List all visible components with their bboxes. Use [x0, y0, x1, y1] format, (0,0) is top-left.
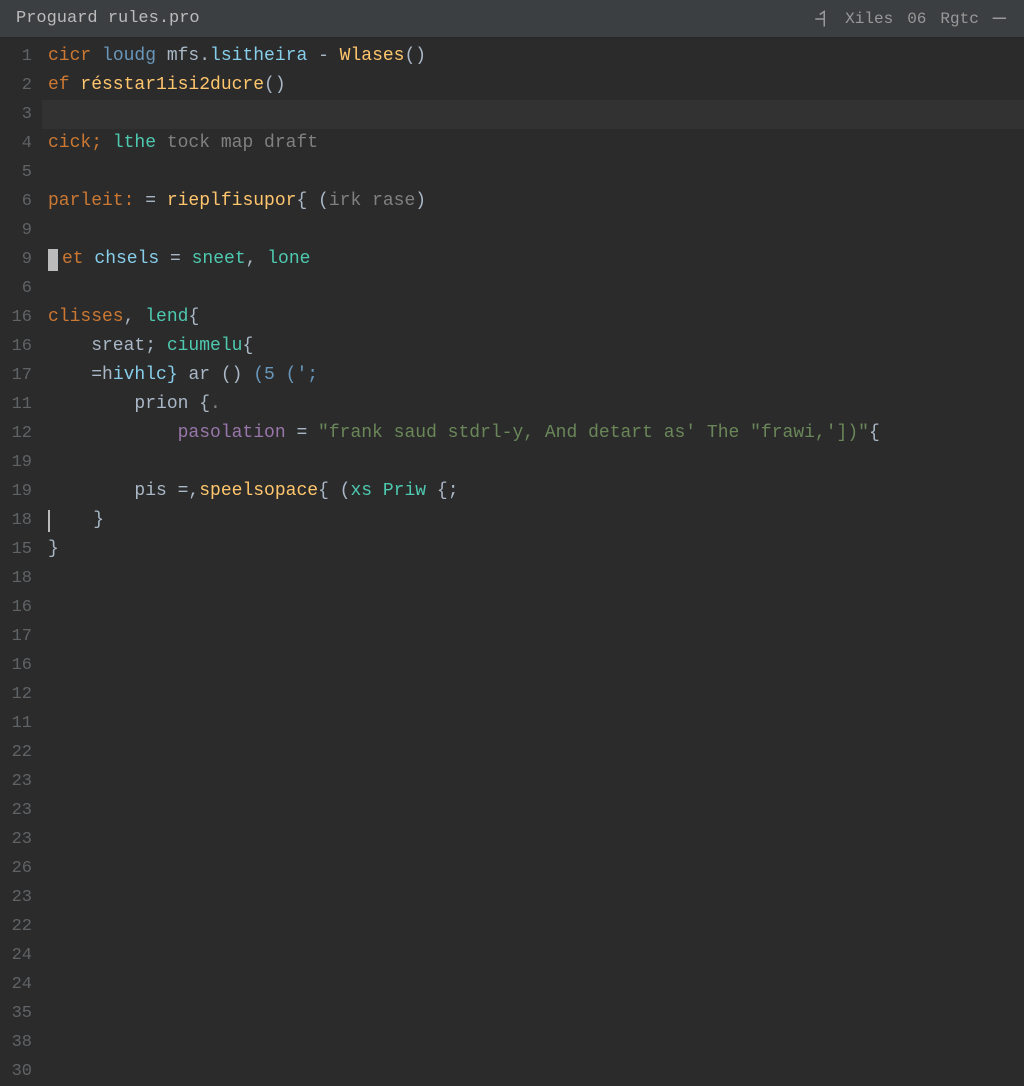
tab-bar-actions: Xiles 06 Rgtc — — [813, 6, 1024, 31]
code-line — [48, 622, 1024, 651]
line-number: 11 — [0, 709, 32, 738]
header-counter: 06 — [907, 10, 926, 28]
header-xiles-label[interactable]: Xiles — [845, 10, 893, 28]
line-number: 24 — [0, 941, 32, 970]
code-line — [48, 274, 1024, 303]
code-line — [48, 854, 1024, 883]
line-number: 12 — [0, 680, 32, 709]
line-number: 2 — [0, 71, 32, 100]
code-line: pis =,speelsopace{ (xs Priw {; — [48, 477, 1024, 506]
line-number: 24 — [0, 970, 32, 999]
code-line: prion {. — [48, 390, 1024, 419]
line-number: 16 — [0, 593, 32, 622]
code-line — [48, 593, 1024, 622]
code-line — [48, 883, 1024, 912]
code-line — [48, 1057, 1024, 1086]
code-line: ef résstar1isi2ducre() — [48, 71, 1024, 100]
line-number: 16 — [0, 651, 32, 680]
line-number: 17 — [0, 622, 32, 651]
code-line — [48, 796, 1024, 825]
line-number: 9 — [0, 216, 32, 245]
code-line: cick; lthe tock map draft — [48, 129, 1024, 158]
code-line — [48, 709, 1024, 738]
code-line: pasolation = "frank saud stdrl-y, And de… — [48, 419, 1024, 448]
line-number: 26 — [0, 854, 32, 883]
code-line — [48, 448, 1024, 477]
line-number: 19 — [0, 477, 32, 506]
line-number: 22 — [0, 912, 32, 941]
code-line — [48, 767, 1024, 796]
line-number: 23 — [0, 796, 32, 825]
header-right-label[interactable]: Rgtc — [940, 10, 978, 28]
line-number: 9 — [0, 245, 32, 274]
share-icon[interactable] — [813, 10, 831, 28]
code-line — [48, 564, 1024, 593]
line-number: 23 — [0, 883, 32, 912]
code-line: =hivhlc} ar () (5 ('; — [48, 361, 1024, 390]
line-number-gutter: 1 2 3 4 5 6 9 9 6 16 16 17 11 12 19 19 1… — [0, 38, 42, 1024]
line-number: 30 — [0, 1057, 32, 1086]
code-line — [48, 825, 1024, 854]
code-line — [48, 912, 1024, 941]
line-number: 6 — [0, 274, 32, 303]
code-line: cicr loudg mfs.lsitheira - Wlases() — [48, 42, 1024, 71]
code-area[interactable]: cicr loudg mfs.lsitheira - Wlases() ef r… — [42, 38, 1024, 1024]
line-number: 11 — [0, 390, 32, 419]
code-line-current — [42, 100, 1024, 129]
code-line: sreat; ciumelu{ — [48, 332, 1024, 361]
code-line: } — [48, 535, 1024, 564]
code-line: } — [48, 506, 1024, 535]
line-number: 16 — [0, 332, 32, 361]
tab-title: Proguard rules.pro — [16, 9, 200, 28]
line-number: 16 — [0, 303, 32, 332]
code-line — [48, 1028, 1024, 1057]
code-line — [48, 651, 1024, 680]
line-number: 15 — [0, 535, 32, 564]
minimize-icon[interactable]: — — [993, 6, 1006, 31]
line-number: 18 — [0, 506, 32, 535]
line-number: 22 — [0, 738, 32, 767]
tab-proguard[interactable]: Proguard rules.pro — [0, 0, 216, 37]
line-number: 18 — [0, 564, 32, 593]
line-number: 5 — [0, 158, 32, 187]
cursor-icon — [48, 249, 58, 271]
line-number: 17 — [0, 361, 32, 390]
line-number: 6 — [0, 187, 32, 216]
code-line — [48, 970, 1024, 999]
line-number: 23 — [0, 767, 32, 796]
line-number: 1 — [0, 42, 32, 71]
line-number: 4 — [0, 129, 32, 158]
code-line — [48, 738, 1024, 767]
line-number: 12 — [0, 419, 32, 448]
code-line — [48, 941, 1024, 970]
code-editor[interactable]: 1 2 3 4 5 6 9 9 6 16 16 17 11 12 19 19 1… — [0, 38, 1024, 1024]
code-line: clisses, lend{ — [48, 303, 1024, 332]
line-number: 3 — [0, 100, 32, 129]
tab-bar: Proguard rules.pro Xiles 06 Rgtc — — [0, 0, 1024, 38]
code-line — [48, 216, 1024, 245]
line-number: 19 — [0, 448, 32, 477]
code-line — [48, 158, 1024, 187]
line-number: 23 — [0, 825, 32, 854]
code-line — [48, 680, 1024, 709]
code-line: et chsels = sneet, lone — [48, 245, 1024, 274]
line-number: 38 — [0, 1028, 32, 1057]
code-line: parleit: = rieplfisupor{ (irk rase) — [48, 187, 1024, 216]
